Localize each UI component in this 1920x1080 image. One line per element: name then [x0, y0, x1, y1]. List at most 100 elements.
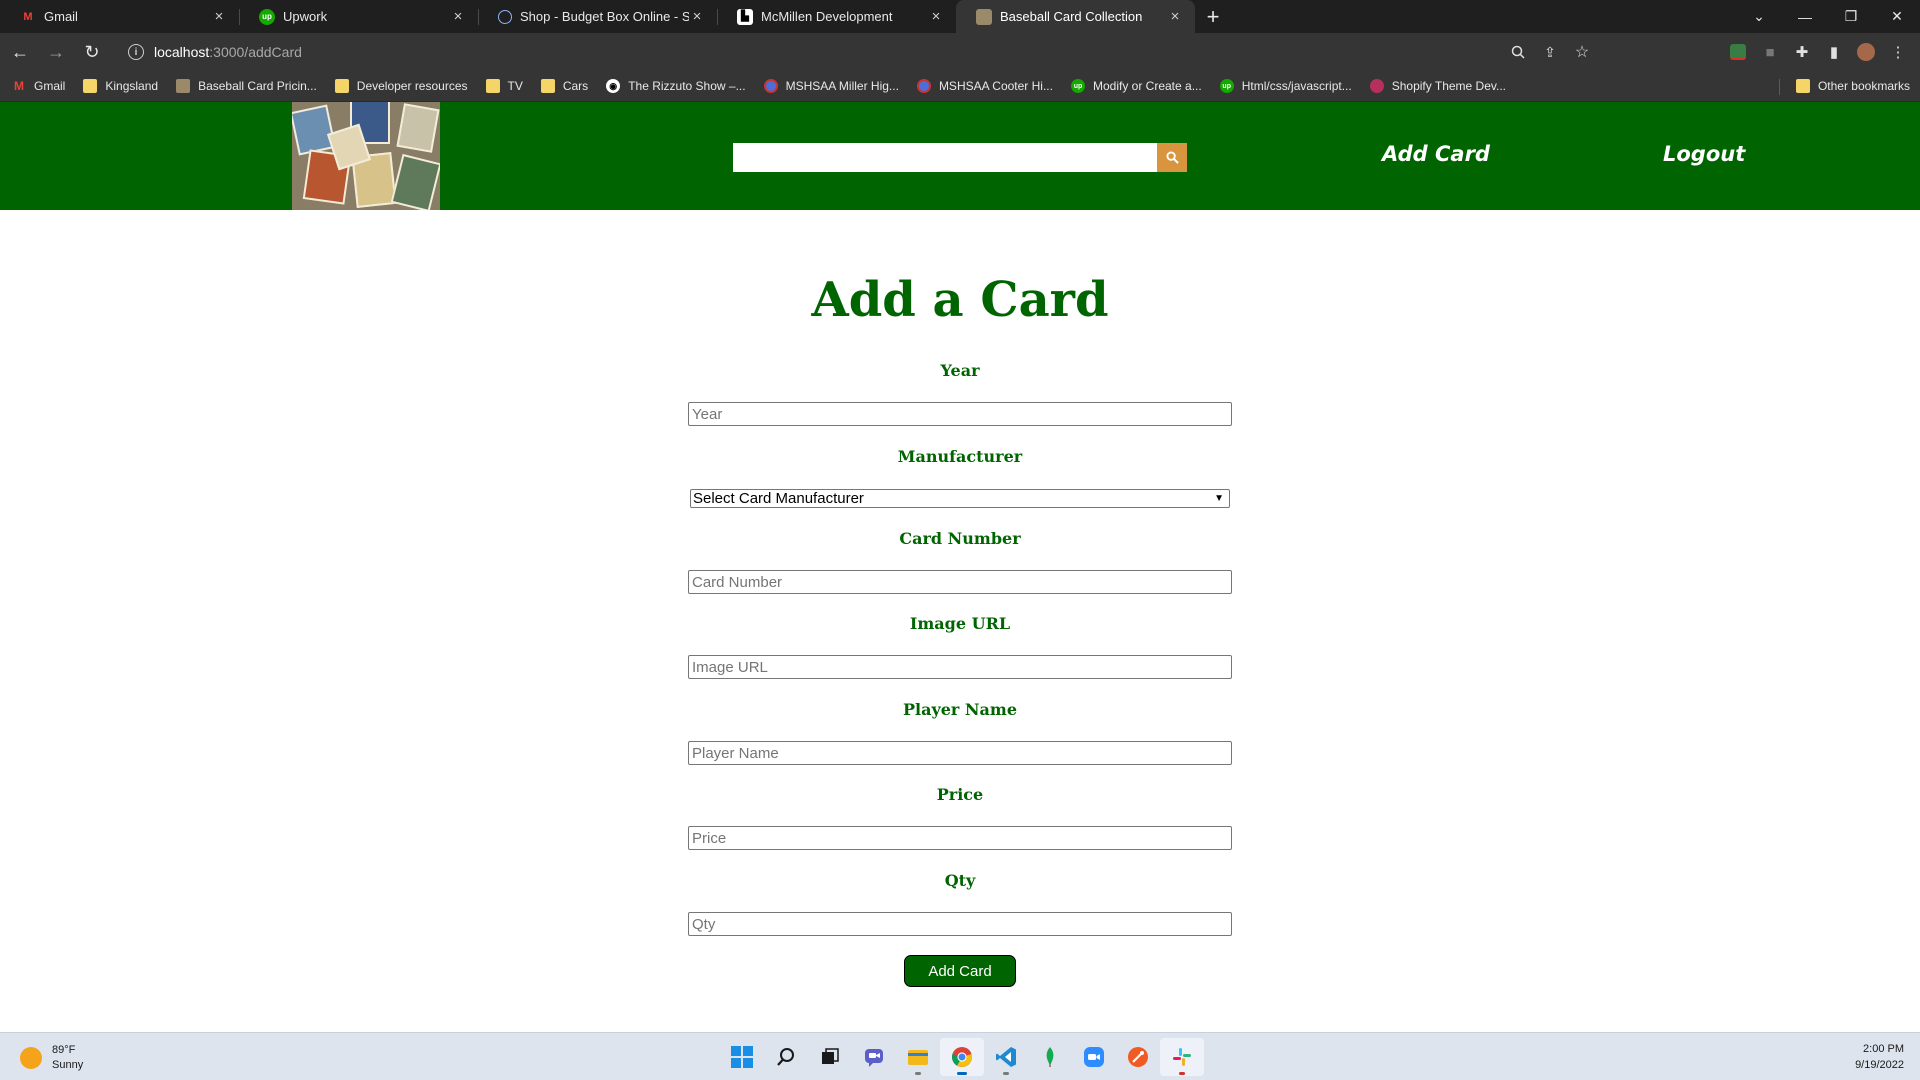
tab-search-icon[interactable]: ⌄: [1736, 0, 1782, 33]
year-label: Year: [940, 361, 980, 380]
teams-icon[interactable]: [852, 1038, 896, 1076]
toolbar-extensions: ■ ✚ ▮ ⋮: [1722, 36, 1920, 68]
puzzle-icon[interactable]: ✚: [1786, 36, 1818, 68]
manufacturer-select[interactable]: Select Card Manufacturer ▼: [690, 489, 1230, 508]
baseball-card-icon: [176, 79, 191, 93]
bookmark-gmail[interactable]: M Gmail: [12, 79, 65, 93]
running-indicator: [1003, 1072, 1009, 1075]
forward-icon[interactable]: →: [40, 36, 72, 68]
close-icon[interactable]: ×: [928, 8, 944, 25]
card-number-input[interactable]: [688, 570, 1232, 594]
new-tab-button[interactable]: +: [1195, 0, 1231, 33]
tab-budget-box[interactable]: Shop - Budget Box Online - Sout ×: [478, 0, 717, 33]
logo-card: [396, 103, 440, 153]
chevron-down-icon: ▼: [1214, 493, 1224, 504]
search-button[interactable]: [1157, 143, 1187, 172]
bookmark-label: Kingsland: [105, 79, 159, 93]
close-icon[interactable]: ×: [1167, 8, 1183, 25]
window-controls: ⌄ — ❐ ✕: [1736, 0, 1920, 33]
image-url-input[interactable]: [688, 655, 1232, 679]
folder-icon: [540, 79, 555, 93]
reload-icon[interactable]: ↻: [76, 36, 108, 68]
search-icon: [1165, 151, 1179, 164]
other-bookmarks[interactable]: Other bookmarks: [1795, 79, 1910, 93]
tab-upwork[interactable]: up Upwork ×: [239, 0, 478, 33]
windows-start-icon[interactable]: [720, 1038, 764, 1076]
bookmark-mshsaa-cooter[interactable]: MSHSAA Cooter Hi...: [916, 79, 1053, 93]
weather-widget[interactable]: 89°F Sunny: [20, 1043, 83, 1073]
site-logo[interactable]: [292, 102, 440, 210]
tab-gmail[interactable]: M Gmail ×: [0, 0, 239, 33]
bookmark-baseball-card-pricing[interactable]: Baseball Card Pricin...: [176, 79, 317, 93]
manufacturer-selected-value: Select Card Manufacturer: [693, 490, 864, 507]
zoom-icon[interactable]: [1072, 1038, 1116, 1076]
bookmark-label: Other bookmarks: [1817, 79, 1910, 93]
player-name-input[interactable]: [688, 741, 1232, 765]
tab-baseball-card-collection[interactable]: Baseball Card Collection ×: [956, 0, 1195, 33]
info-icon[interactable]: i: [128, 44, 144, 60]
bookmark-cars[interactable]: Cars: [540, 79, 589, 93]
address-bar[interactable]: i localhost:3000/addCard ⇪ ☆: [118, 37, 1598, 67]
mshsaa-icon: [916, 79, 931, 93]
close-window-button[interactable]: ✕: [1874, 0, 1920, 33]
bookmark-rizzuto-show[interactable]: ◉ The Rizzuto Show –...: [606, 79, 746, 93]
system-clock[interactable]: 2:00 PM 9/19/2022: [1855, 1041, 1904, 1073]
price-label: Price: [936, 785, 984, 804]
tab-title: Gmail: [44, 9, 78, 24]
slack-icon[interactable]: [1160, 1038, 1204, 1076]
bookmark-star-icon[interactable]: ☆: [1566, 37, 1598, 67]
browser-tab-strip: M Gmail × up Upwork × Shop - Budget Box …: [0, 0, 1920, 33]
bookmark-tv[interactable]: TV: [485, 79, 523, 93]
chrome-icon[interactable]: [940, 1038, 984, 1076]
logo-card: [292, 104, 337, 156]
avatar[interactable]: [1850, 36, 1882, 68]
close-icon[interactable]: ×: [211, 8, 227, 25]
upwork-icon: up: [259, 8, 275, 25]
bookmark-html-css-javascript[interactable]: up Html/css/javascript...: [1219, 79, 1352, 93]
minimize-button[interactable]: —: [1782, 0, 1828, 33]
search-icon[interactable]: [764, 1038, 808, 1076]
bookmark-label: The Rizzuto Show –...: [628, 79, 746, 93]
extension-icon[interactable]: ■: [1754, 36, 1786, 68]
tab-mcmillen[interactable]: ▙ McMillen Development ×: [717, 0, 956, 33]
menu-icon[interactable]: ⋮: [1882, 36, 1914, 68]
bookmark-label: Cars: [562, 79, 589, 93]
mshsaa-icon: [763, 79, 778, 93]
bookmark-modify-or-create[interactable]: up Modify or Create a...: [1070, 79, 1202, 93]
add-card-button[interactable]: Add Card: [904, 955, 1016, 987]
side-panel-icon[interactable]: ▮: [1818, 36, 1850, 68]
bookmark-label: Gmail: [34, 79, 66, 93]
nav-logout-link[interactable]: Logout: [1663, 142, 1745, 166]
price-input[interactable]: [688, 826, 1232, 850]
gmail-icon: M: [14, 79, 24, 93]
year-input[interactable]: [688, 402, 1232, 426]
close-icon[interactable]: ×: [450, 8, 466, 25]
logo-card: [390, 153, 440, 210]
back-icon[interactable]: ←: [4, 36, 36, 68]
sun-icon: [20, 1047, 42, 1069]
vscode-icon[interactable]: [984, 1038, 1028, 1076]
zoom-icon[interactable]: [1502, 37, 1534, 67]
close-icon[interactable]: ×: [689, 8, 705, 25]
postman-icon[interactable]: [1116, 1038, 1160, 1076]
clock-time: 2:00 PM: [1863, 1043, 1904, 1055]
bookmark-label: Modify or Create a...: [1092, 79, 1202, 93]
qty-input[interactable]: [688, 912, 1232, 936]
task-view-icon[interactable]: [808, 1038, 852, 1076]
bookmark-kingsland[interactable]: Kingsland: [83, 79, 158, 93]
file-explorer-icon[interactable]: [896, 1038, 940, 1076]
bookmark-shopify-theme-dev[interactable]: Shopify Theme Dev...: [1369, 79, 1506, 93]
mongodb-icon[interactable]: [1028, 1038, 1072, 1076]
qty-label: Qty: [944, 871, 976, 890]
site-header: Add Card Logout: [0, 102, 1920, 210]
share-icon[interactable]: ⇪: [1534, 37, 1566, 67]
nav-add-card-link[interactable]: Add Card: [1382, 142, 1490, 166]
extension-badge-icon[interactable]: [1722, 36, 1754, 68]
windows-taskbar: 89°F Sunny 2:00 PM 9/19/2022: [0, 1032, 1920, 1080]
bookmark-developer-resources[interactable]: Developer resources: [334, 79, 468, 93]
clock-date: 9/19/2022: [1855, 1059, 1904, 1071]
bookmark-mshsaa-miller[interactable]: MSHSAA Miller Hig...: [763, 79, 899, 93]
search-input[interactable]: [733, 143, 1157, 172]
bookmark-label: Html/css/javascript...: [1241, 79, 1352, 93]
restore-button[interactable]: ❐: [1828, 0, 1874, 33]
